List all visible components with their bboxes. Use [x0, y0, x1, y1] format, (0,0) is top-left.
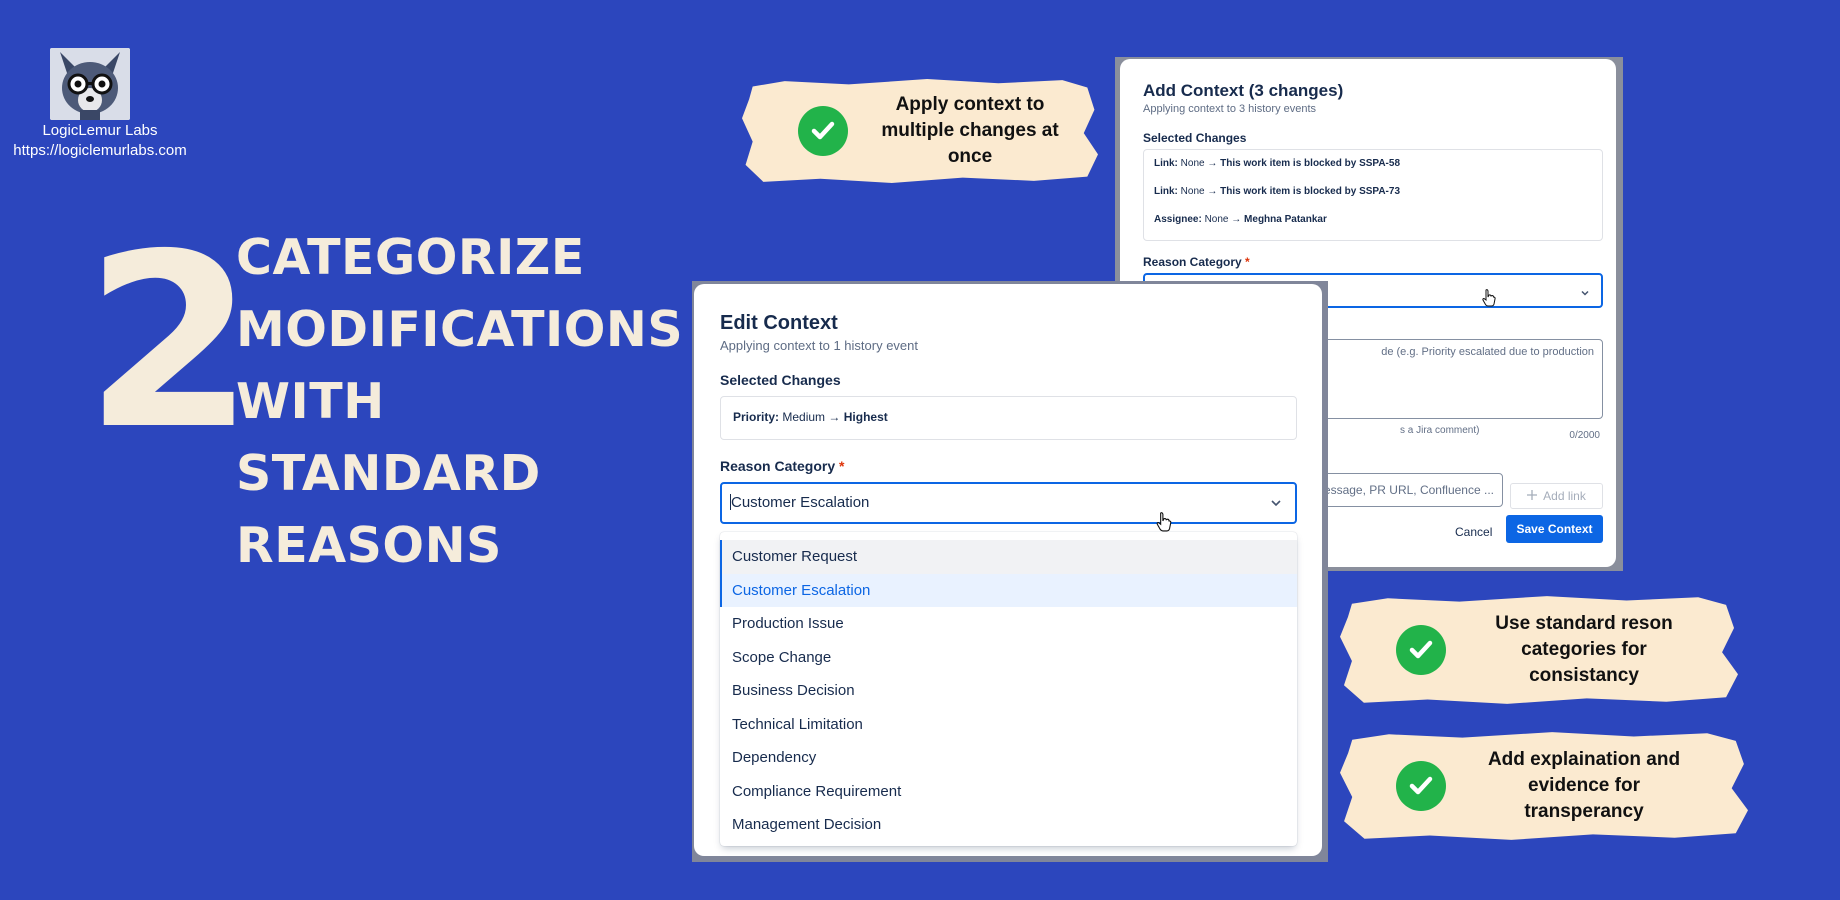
cancel-button[interactable]: Cancel	[1455, 525, 1492, 539]
callout-text: Apply context to multiple changes at onc…	[881, 94, 1059, 167]
headline-line: MODIFICATIONS	[236, 301, 684, 358]
menu-option[interactable]: Management Decision	[720, 808, 1297, 842]
callout-multiple-changes: Apply context to multiple changes at onc…	[742, 79, 1098, 183]
selected-changes-label: Selected Changes	[720, 372, 841, 388]
dialog-title: Edit Context	[720, 312, 838, 334]
menu-option[interactable]: Business Decision	[720, 674, 1297, 708]
menu-option[interactable]: Customer Request	[720, 540, 1297, 574]
callout-text: Use standard reson categories for consis…	[1495, 613, 1673, 686]
save-context-button[interactable]: Save Context	[1506, 515, 1603, 543]
callout-standard-categories: Use standard reson categories for consis…	[1340, 596, 1738, 704]
plus-icon	[1527, 489, 1538, 503]
headline-line: CATEGORIZE	[236, 229, 585, 286]
check-icon	[1396, 761, 1446, 811]
brand-name: LogicLemur Labs	[42, 122, 158, 139]
reason-category-label: Reason Category *	[720, 458, 845, 474]
callout-text: Add explaination and evidence for transp…	[1487, 749, 1681, 822]
menu-option[interactable]: Customer Escalation	[720, 573, 1297, 607]
menu-option[interactable]: Scope Change	[720, 641, 1297, 675]
menu-option[interactable]: Technical Limitation	[720, 708, 1297, 742]
brand-block: LogicLemur Labs https://logiclemurlabs.c…	[0, 48, 200, 159]
hand-cursor-icon	[1482, 289, 1496, 311]
lemur-logo	[50, 48, 130, 120]
change-item: Link: None → This work item is blocked b…	[1154, 158, 1401, 169]
selected-changes-label: Selected Changes	[1143, 131, 1247, 145]
selected-change: Priority: Medium → Highest	[720, 396, 1297, 440]
char-count: 0/2000	[1569, 430, 1600, 441]
selected-changes-list: Link: None → This work item is blocked b…	[1143, 149, 1603, 241]
dialog-title: Add Context (3 changes)	[1143, 81, 1344, 100]
menu-option[interactable]: Production Issue	[720, 607, 1297, 641]
reason-category-label: Reason Category *	[1143, 255, 1250, 269]
headline: CATEGORIZE MODIFICATIONS WITH STANDARD R…	[236, 222, 683, 582]
add-link-label: Add link	[1543, 489, 1586, 503]
select-value: Customer Escalation	[731, 494, 870, 511]
change-item: Assignee: None → Meghna Patankar	[1154, 214, 1327, 225]
headline-line: WITH	[236, 373, 385, 430]
headline-line: REASONS	[236, 517, 502, 574]
menu-option[interactable]: Compliance Requirement	[720, 775, 1297, 809]
change-item: Link: None → This work item is blocked b…	[1154, 186, 1401, 197]
callout-explanation-evidence: Add explaination and evidence for transp…	[1340, 732, 1748, 840]
add-link-button[interactable]: Add link	[1510, 483, 1603, 509]
dialog-subtitle: Applying context to 1 history event	[720, 338, 919, 353]
chevron-down-icon	[1269, 496, 1283, 514]
chevron-down-icon	[1579, 284, 1591, 303]
reason-category-select[interactable]: Customer Escalation	[720, 482, 1297, 524]
check-icon	[798, 106, 848, 156]
check-icon	[1396, 625, 1446, 675]
reason-category-menu: Customer Request Customer Escalation Pro…	[720, 532, 1297, 846]
menu-option[interactable]: Dependency	[720, 741, 1297, 775]
headline-line: STANDARD	[236, 445, 541, 502]
step-number: 2	[84, 202, 254, 482]
edit-context-dialog: Edit Context Applying context to 1 histo…	[694, 284, 1322, 856]
dialog-subtitle: Applying context to 3 history events	[1143, 103, 1317, 115]
helper-text: s a Jira comment)	[1400, 425, 1480, 436]
brand-url: https://logiclemurlabs.com	[13, 142, 187, 159]
